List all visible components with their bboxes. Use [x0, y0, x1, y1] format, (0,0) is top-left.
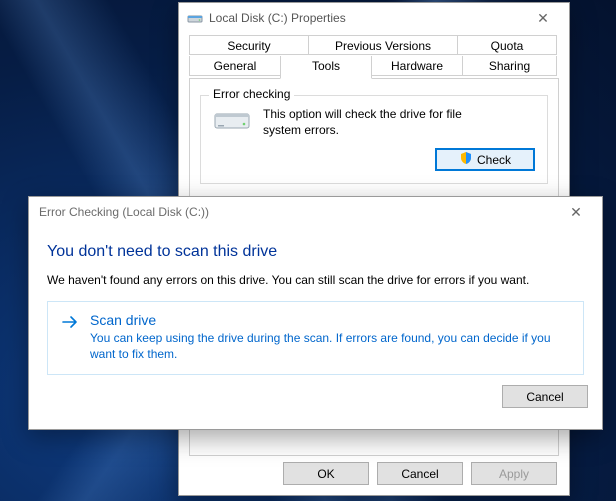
error-checking-titlebar[interactable]: Error Checking (Local Disk (C:)) ✕ [29, 197, 602, 227]
scan-drive-desc: You can keep using the drive during the … [90, 330, 571, 362]
error-checking-desc: This option will check the drive for fil… [263, 106, 493, 138]
tab-previous-versions[interactable]: Previous Versions [308, 35, 458, 55]
dialog-cancel-button[interactable]: Cancel [502, 385, 588, 408]
error-checking-title: Error Checking (Local Disk (C:)) [37, 205, 556, 219]
tab-tools[interactable]: Tools [280, 56, 372, 79]
tab-sharing[interactable]: Sharing [462, 56, 557, 76]
ok-button[interactable]: OK [283, 462, 369, 485]
properties-title: Local Disk (C:) Properties [203, 11, 523, 25]
dialog-subtext: We haven't found any errors on this driv… [47, 273, 584, 287]
tab-hardware[interactable]: Hardware [371, 56, 463, 76]
tab-security[interactable]: Security [189, 35, 309, 55]
dialog-heading: You don't need to scan this drive [47, 243, 584, 261]
error-checking-group: Error checking This option will check th… [200, 95, 548, 184]
properties-titlebar[interactable]: Local Disk (C:) Properties ✕ [179, 3, 569, 33]
properties-button-row: OK Cancel Apply [283, 462, 557, 485]
arrow-right-icon [60, 312, 80, 332]
scan-drive-command[interactable]: Scan drive You can keep using the drive … [47, 301, 584, 375]
error-checking-dialog: Error Checking (Local Disk (C:)) ✕ You d… [28, 196, 603, 430]
close-icon[interactable]: ✕ [523, 4, 563, 32]
drive-icon [187, 9, 203, 28]
shield-icon [459, 151, 473, 168]
error-checking-legend: Error checking [209, 87, 294, 101]
tab-quota[interactable]: Quota [457, 35, 557, 55]
scan-drive-title: Scan drive [90, 312, 571, 328]
tab-general[interactable]: General [189, 56, 281, 76]
apply-button: Apply [471, 462, 557, 485]
drive-large-icon [213, 106, 253, 136]
tabs: Security Previous Versions Quota General… [189, 35, 559, 79]
cancel-button[interactable]: Cancel [377, 462, 463, 485]
check-button[interactable]: Check [435, 148, 535, 171]
close-icon[interactable]: ✕ [556, 198, 596, 226]
